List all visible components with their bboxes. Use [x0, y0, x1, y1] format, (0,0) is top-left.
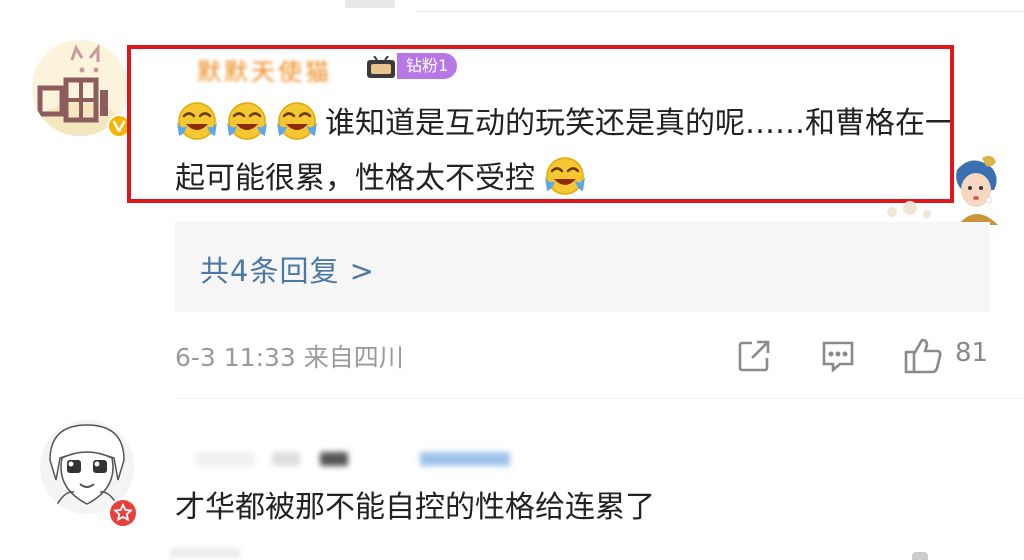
blurred-username-fragment — [320, 452, 348, 466]
share-icon[interactable] — [736, 338, 772, 374]
member-star-badge-icon — [108, 498, 138, 528]
location: 来自四川 — [303, 343, 404, 372]
divider — [415, 11, 1024, 12]
like-thumb-icon[interactable] — [903, 336, 943, 376]
comment-meta: 6-3 11:33 来自四川 — [175, 338, 404, 374]
view-replies-link[interactable]: 共4条回复 > — [200, 248, 375, 290]
comment-icon[interactable] — [820, 338, 856, 374]
like-count: 81 — [955, 338, 989, 368]
blurred-username-fragment — [272, 452, 300, 466]
divider — [175, 398, 1024, 399]
blurred-username-fragment — [420, 452, 510, 466]
timestamp: 6-3 11:33 — [175, 343, 296, 372]
blurred-fragment — [170, 548, 240, 558]
highlight-box — [127, 45, 954, 203]
blurred-username-fragment — [195, 452, 255, 466]
blurred-header-fragment — [345, 0, 395, 8]
pearl-earring-girl-sticker — [872, 150, 1012, 225]
comment-text: 才华都被那不能自控的性格给连累了 — [175, 490, 655, 525]
